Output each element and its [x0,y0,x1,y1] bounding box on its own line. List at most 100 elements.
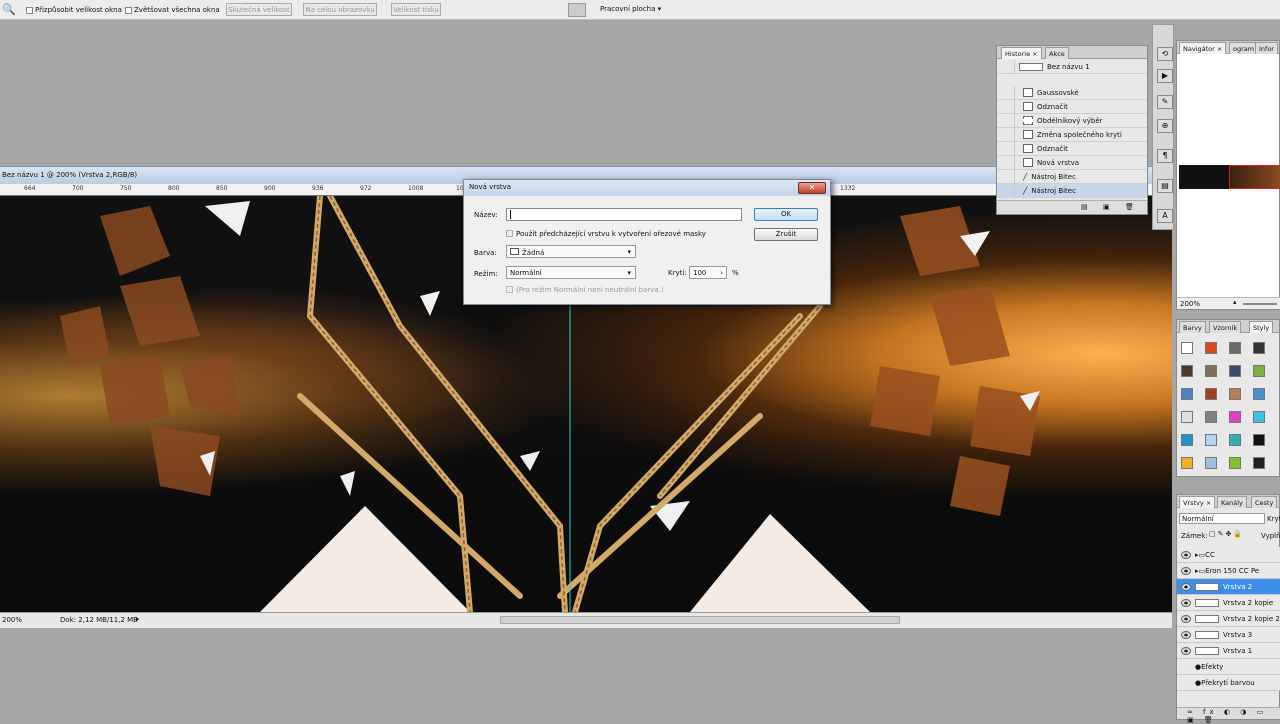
swatch[interactable] [1181,342,1193,354]
lock-icons[interactable]: ▢✎✥🔒 [1209,530,1244,538]
layer-thumbnail[interactable] [1195,630,1219,639]
eye-icon[interactable] [1181,550,1191,559]
swatch[interactable] [1205,434,1217,446]
swatch[interactable] [1253,434,1265,446]
swatch[interactable] [1229,457,1241,469]
swatch[interactable] [1205,365,1217,377]
history-item[interactable]: Nová vrstva [997,155,1147,170]
history-snapshot[interactable]: Bez názvu 1 [997,59,1147,74]
swatch[interactable] [1229,365,1241,377]
tab-layers[interactable]: Vrstvy × [1179,496,1216,508]
paragraph-icon[interactable]: ¶ [1157,149,1173,163]
layer-effect[interactable]: ● Překrytí barvou [1177,675,1280,691]
swatch[interactable] [1229,411,1241,423]
print-size-button[interactable]: Velikost tisku [391,3,441,16]
tab-actions[interactable]: Akce [1045,47,1069,59]
swatch[interactable] [1253,411,1265,423]
layer-thumbnail[interactable] [1195,614,1219,623]
swatch[interactable] [1181,388,1193,400]
navigator-zoom[interactable]: 200% [1180,300,1200,308]
color-select[interactable]: Žádná ▾ [506,245,636,258]
tab-info[interactable]: Infor [1255,42,1278,54]
layer-effect[interactable]: ● Efekty [1177,659,1280,675]
swatch[interactable] [1181,411,1193,423]
tab-channels[interactable]: Kanály [1217,496,1247,508]
close-icon[interactable]: ✕ [798,182,826,194]
tab-swatches[interactable]: Vzorník [1209,321,1242,333]
tab-navigator[interactable]: Navigátor × [1179,42,1227,54]
swatch[interactable] [1229,342,1241,354]
horizontal-scrollbar[interactable] [500,616,900,624]
swatch[interactable] [1205,457,1217,469]
swatch[interactable] [1253,388,1265,400]
layer-group[interactable]: ▸ ▭ Eron 150 CC Pe [1177,563,1280,579]
eye-icon[interactable] [1181,614,1191,623]
navigator-view-box[interactable] [1229,165,1280,189]
zoom-tool-icon[interactable]: 🔍 [2,3,16,16]
actions-panel-icon[interactable]: ▶ [1157,69,1173,83]
swatch[interactable] [1229,388,1241,400]
zoom-all-checkbox[interactable]: Zvětšovat všechna okna [125,5,220,15]
swatch[interactable] [1253,342,1265,354]
cancel-button[interactable]: Zrušit [754,228,818,241]
swatch[interactable] [1181,434,1193,446]
swatch[interactable] [1205,411,1217,423]
tab-histogram[interactable]: ogram [1229,42,1259,54]
layer-row[interactable]: Vrstva 3 [1177,627,1280,643]
swatch[interactable] [1205,388,1217,400]
layers-footer[interactable]: ∞ fx ◐ ◑ ▭ ▣ 🗑 [1177,707,1280,724]
tab-color[interactable]: Barvy [1179,321,1206,333]
clipping-mask-checkbox[interactable] [506,230,513,237]
swatch[interactable] [1205,342,1217,354]
layer-row[interactable]: Vrstva 2 kopie 2 [1177,611,1280,627]
layer-group[interactable]: ▸ ▭ CC [1177,547,1280,563]
workspace-dropdown[interactable]: Pracovní plocha ▾ [600,5,661,13]
layer-comps-icon[interactable]: ▤ [1157,179,1173,193]
eye-icon[interactable] [1181,598,1191,607]
history-item-active[interactable]: ╱ Nástroj Bitec [997,183,1147,198]
layer-row[interactable]: Vrstva 2 [1177,579,1280,595]
swatch[interactable] [1181,365,1193,377]
opacity-input[interactable]: 100 › [689,266,727,279]
history-panel-icon[interactable]: ⟲ [1157,47,1173,61]
history-item[interactable]: ╱ Nástroj Bitec [997,169,1147,184]
snapshot-icon[interactable]: ▤ [1081,203,1088,211]
resize-windows-checkbox[interactable]: Přizpůsobit velikost okna [26,5,122,15]
new-document-icon[interactable]: ▣ [1103,203,1110,211]
brush-panel-icon[interactable]: ✎ [1157,95,1173,109]
swatch[interactable] [1253,457,1265,469]
mode-select[interactable]: Normální ▾ [506,266,636,279]
tab-styles[interactable]: Styly [1249,321,1274,333]
clone-source-icon[interactable]: ⊕ [1157,119,1173,133]
history-item[interactable]: Gaussovské [997,85,1147,100]
history-item[interactable]: Změna společného krytí [997,127,1147,142]
ok-button[interactable]: OK [754,208,818,221]
name-input[interactable] [506,208,742,221]
doc-size[interactable]: Dok: 2,12 MB/11,2 MB [60,616,138,624]
zoom-slider[interactable] [1243,303,1277,305]
history-item[interactable]: Odznačit [997,141,1147,156]
swatch[interactable] [1181,457,1193,469]
blend-mode-select[interactable]: Normální [1179,513,1265,524]
swatch[interactable] [1229,434,1241,446]
status-arrow-icon[interactable]: ▸ [136,615,140,623]
swatch[interactable] [1253,365,1265,377]
layer-thumbnail[interactable] [1195,646,1219,655]
workspace-icon[interactable] [568,3,586,17]
history-item[interactable]: Obdélníkový výběr [997,113,1147,128]
zoom-readout[interactable]: 200% [2,616,22,624]
navigator-preview[interactable] [1179,165,1280,189]
eye-icon[interactable] [1181,566,1191,575]
actual-pixels-button[interactable]: Skutečná velikost [226,3,292,16]
trash-icon[interactable]: 🗑 [1125,203,1134,211]
layer-row[interactable]: Vrstva 2 kopie [1177,595,1280,611]
layer-row[interactable]: Vrstva 1 [1177,643,1280,659]
neutral-color-checkbox[interactable] [506,286,513,293]
tab-paths[interactable]: Cesty [1251,496,1278,508]
history-item[interactable]: Odznačit [997,99,1147,114]
eye-icon[interactable] [1181,630,1191,639]
layer-thumbnail[interactable] [1195,598,1219,607]
eye-icon[interactable] [1181,582,1191,591]
eye-icon[interactable] [1181,646,1191,655]
tab-history[interactable]: Historie × [1001,47,1042,59]
